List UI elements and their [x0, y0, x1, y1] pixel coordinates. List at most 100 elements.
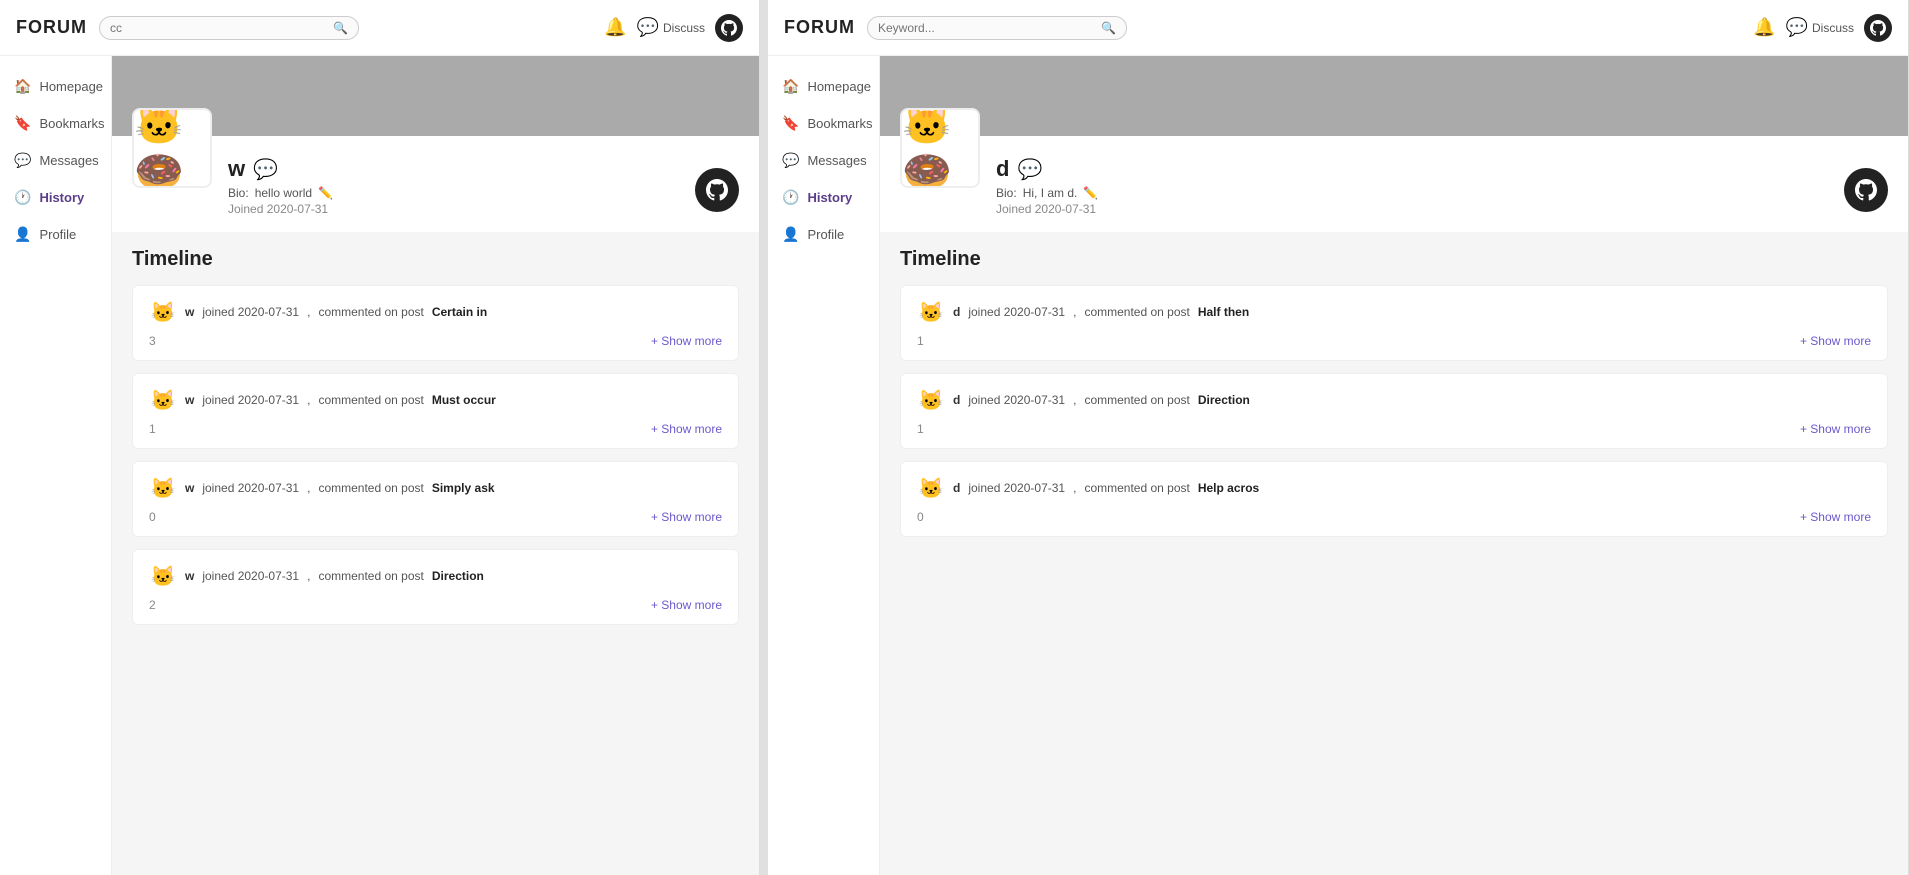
left-show-more-0[interactable]: + Show more	[651, 334, 722, 348]
right-bio-label: Bio:	[996, 186, 1017, 200]
left-username: w	[228, 156, 245, 182]
left-home-icon: 🏠	[14, 78, 31, 95]
left-search-bar[interactable]: 🔍	[99, 16, 359, 40]
left-timeline-title: Timeline	[132, 248, 739, 271]
left-timeline-entry-3: 🐱 w joined 2020-07-31 , commented on pos…	[149, 562, 722, 590]
left-profile-info: w 💬 Bio: hello world ✏️ Joined 2020-07-3…	[228, 148, 333, 216]
left-entry-user-0: w	[185, 305, 194, 319]
right-github-badge[interactable]	[1844, 168, 1888, 212]
left-bookmark-icon: 🔖	[14, 115, 31, 132]
right-avatar: 🐱🍩	[900, 108, 980, 188]
left-entry-post-1: Must occur	[432, 393, 496, 407]
left-github-badge[interactable]	[695, 168, 739, 212]
left-entry-post-0: Certain in	[432, 305, 487, 319]
right-timeline-entry-2: 🐱 d joined 2020-07-31 , commented on pos…	[917, 474, 1871, 502]
right-search-bar[interactable]: 🔍	[867, 16, 1127, 40]
left-entry-joined-3: joined 2020-07-31	[202, 569, 299, 583]
left-bio-row: Bio: hello world ✏️	[228, 186, 333, 200]
left-sidebar-item-homepage[interactable]: 🏠 Homepage	[0, 68, 111, 105]
right-entry-user-2: d	[953, 481, 960, 495]
right-sidebar-bookmarks-label: Bookmarks	[807, 116, 872, 131]
left-github-header-icon[interactable]	[715, 14, 743, 42]
left-panel: FORUM 🔍 🔔 💬 Discuss 🏠 Homepage 🔖	[0, 0, 760, 875]
left-timeline-card-0: 🐱 w joined 2020-07-31 , commented on pos…	[132, 285, 739, 361]
right-sidebar-item-history[interactable]: 🕐 History	[768, 179, 879, 216]
right-sidebar-item-homepage[interactable]: 🏠 Homepage	[768, 68, 879, 105]
left-body: 🏠 Homepage 🔖 Bookmarks 💬 Messages 🕐 Hist…	[0, 56, 759, 875]
left-sidebar-history-label: History	[39, 190, 84, 205]
right-entry-count-2: 0	[917, 510, 924, 524]
right-entry-action-0: commented on post	[1084, 305, 1189, 319]
left-discuss-icon: 💬	[637, 17, 659, 38]
right-entry-joined-2: joined 2020-07-31	[968, 481, 1065, 495]
right-chat-bubble-icon[interactable]: 💬	[1017, 157, 1042, 182]
left-sidebar-item-profile[interactable]: 👤 Profile	[0, 216, 111, 253]
right-show-more-0[interactable]: + Show more	[1800, 334, 1871, 348]
right-github-header-icon[interactable]	[1864, 14, 1892, 42]
left-sidebar-item-messages[interactable]: 💬 Messages	[0, 142, 111, 179]
right-bell-button[interactable]: 🔔	[1753, 17, 1775, 38]
right-sidebar-profile-label: Profile	[807, 227, 844, 242]
right-card-footer-0: 1 + Show more	[917, 334, 1871, 348]
right-edit-bio-icon[interactable]: ✏️	[1083, 186, 1098, 200]
left-show-more-1[interactable]: + Show more	[651, 422, 722, 436]
right-show-more-1[interactable]: + Show more	[1800, 422, 1871, 436]
left-sidebar-messages-label: Messages	[39, 153, 98, 168]
left-bio-label: Bio:	[228, 186, 249, 200]
left-history-icon: 🕐	[14, 189, 31, 206]
right-card-footer-1: 1 + Show more	[917, 422, 1871, 436]
left-timeline-section: Timeline 🐱 w joined 2020-07-31 , comment…	[112, 232, 759, 653]
right-entry-action-2: commented on post	[1084, 481, 1189, 495]
left-sidebar-homepage-label: Homepage	[39, 79, 103, 94]
right-entry-user-0: d	[953, 305, 960, 319]
right-mini-avatar-0: 🐱	[917, 298, 945, 326]
right-panel: FORUM 🔍 🔔 💬 Discuss 🏠 Homepage 🔖	[768, 0, 1909, 875]
left-entry-joined-1: joined 2020-07-31	[202, 393, 299, 407]
left-entry-user-1: w	[185, 393, 194, 407]
right-messages-icon: 💬	[782, 152, 799, 169]
left-timeline-entry-2: 🐱 w joined 2020-07-31 , commented on pos…	[149, 474, 722, 502]
right-entry-count-0: 1	[917, 334, 924, 348]
panel-divider	[760, 0, 768, 875]
left-discuss-button[interactable]: 💬 Discuss	[637, 17, 705, 38]
right-bio-row: Bio: Hi, I am d. ✏️	[996, 186, 1098, 200]
left-joined-label: Joined	[228, 202, 263, 216]
right-header-icons: 🔔 💬 Discuss	[1753, 14, 1892, 42]
left-bio-value: hello world	[255, 186, 312, 200]
left-show-more-3[interactable]: + Show more	[651, 598, 722, 612]
right-body: 🏠 Homepage 🔖 Bookmarks 💬 Messages 🕐 Hist…	[768, 56, 1908, 875]
right-bio-value: Hi, I am d.	[1023, 186, 1078, 200]
right-search-input[interactable]	[878, 21, 1097, 35]
left-sidebar-bookmarks-label: Bookmarks	[39, 116, 104, 131]
right-show-more-2[interactable]: + Show more	[1800, 510, 1871, 524]
right-discuss-label: Discuss	[1812, 21, 1854, 35]
left-sidebar-item-history[interactable]: 🕐 History	[0, 179, 111, 216]
right-sidebar-item-bookmarks[interactable]: 🔖 Bookmarks	[768, 105, 879, 142]
right-history-icon: 🕐	[782, 189, 799, 206]
right-entry-action-1: commented on post	[1084, 393, 1189, 407]
right-entry-post-0: Half then	[1198, 305, 1249, 319]
left-entry-count-2: 0	[149, 510, 156, 524]
right-sidebar-item-messages[interactable]: 💬 Messages	[768, 142, 879, 179]
left-entry-joined-2: joined 2020-07-31	[202, 481, 299, 495]
left-mini-avatar-3: 🐱	[149, 562, 177, 590]
right-home-icon: 🏠	[782, 78, 799, 95]
left-mini-avatar-2: 🐱	[149, 474, 177, 502]
left-sidebar-item-bookmarks[interactable]: 🔖 Bookmarks	[0, 105, 111, 142]
left-edit-bio-icon[interactable]: ✏️	[318, 186, 333, 200]
left-entry-user-2: w	[185, 481, 194, 495]
left-timeline-card-1: 🐱 w joined 2020-07-31 , commented on pos…	[132, 373, 739, 449]
left-chat-bubble-icon[interactable]: 💬	[253, 157, 278, 182]
right-main-content: 🐱🍩 d 💬 Bio: Hi, I am d. ✏️ Joined 2020-0…	[880, 56, 1908, 875]
right-sidebar-item-profile[interactable]: 👤 Profile	[768, 216, 879, 253]
left-entry-action-2: commented on post	[318, 481, 423, 495]
left-card-footer-0: 3 + Show more	[149, 334, 722, 348]
left-bell-button[interactable]: 🔔	[604, 17, 626, 38]
left-timeline-card-2: 🐱 w joined 2020-07-31 , commented on pos…	[132, 461, 739, 537]
left-show-more-2[interactable]: + Show more	[651, 510, 722, 524]
right-discuss-button[interactable]: 💬 Discuss	[1786, 17, 1854, 38]
right-timeline-card-0: 🐱 d joined 2020-07-31 , commented on pos…	[900, 285, 1888, 361]
right-entry-post-2: Help acros	[1198, 481, 1259, 495]
left-header-icons: 🔔 💬 Discuss	[604, 14, 743, 42]
left-search-input[interactable]	[110, 21, 329, 35]
